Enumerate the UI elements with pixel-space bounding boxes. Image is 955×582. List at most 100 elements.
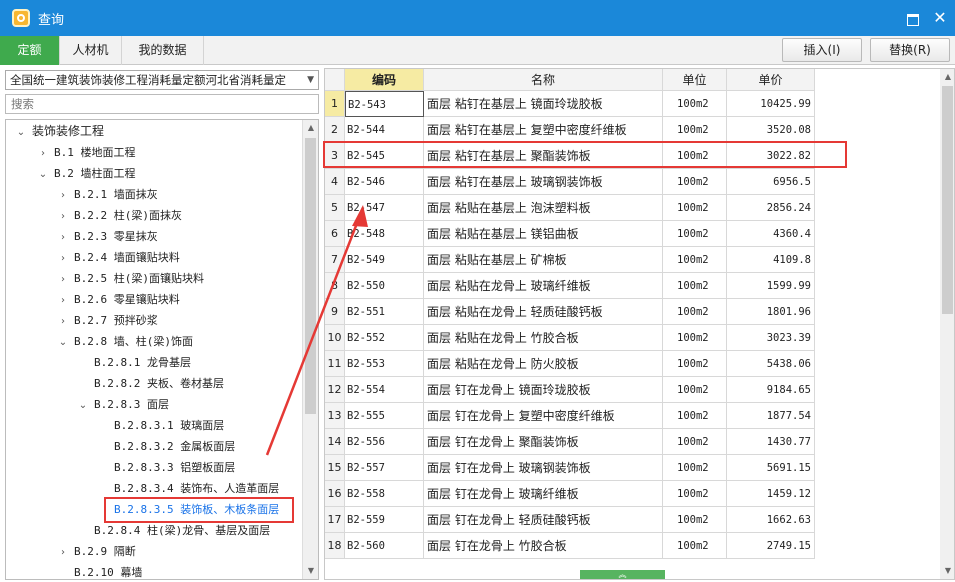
row-number[interactable]: 15 [325, 455, 345, 481]
row-number[interactable]: 14 [325, 429, 345, 455]
cell-price[interactable]: 5691.15 [727, 455, 815, 481]
cell-name[interactable]: 面层 粘贴在龙骨上 竹胶合板 [424, 325, 663, 351]
cell-unit[interactable]: 100m2 [663, 299, 727, 325]
chevron-down-icon[interactable]: ⌄ [76, 396, 90, 416]
column-header-name[interactable]: 名称 [424, 69, 663, 91]
cell-price[interactable]: 1877.54 [727, 403, 815, 429]
cell-unit[interactable]: 100m2 [663, 377, 727, 403]
cell-code[interactable]: B2-560 [345, 533, 424, 559]
table-row[interactable]: 4 B2-546 面层 粘钉在基层上 玻璃钢装饰板 100m2 6956.5 [325, 169, 815, 195]
column-header-price[interactable]: 单价 [727, 69, 815, 91]
cell-code[interactable]: B2-553 [345, 351, 424, 377]
cell-name[interactable]: 面层 粘钉在基层上 复塑中密度纤维板 [424, 117, 663, 143]
chevron-right-icon[interactable]: › [56, 207, 70, 227]
tree-node[interactable]: B.2.8.3.1 玻璃面层 [96, 415, 224, 435]
quota-library-select[interactable]: 全国统一建筑装饰装修工程消耗量定额河北省消耗量定 ▼ [5, 70, 319, 90]
chevron-right-icon[interactable]: › [56, 228, 70, 248]
chevron-right-icon[interactable]: › [36, 144, 50, 164]
tree-node[interactable]: ⌄ B.2.8.3 面层 [76, 394, 169, 414]
cell-price[interactable]: 4360.4 [727, 221, 815, 247]
table-scrollbar[interactable]: ▲ ▼ [940, 69, 954, 579]
cell-price[interactable]: 1662.63 [727, 507, 815, 533]
replace-button[interactable]: 替换(R) [870, 38, 950, 62]
cell-code[interactable]: B2-547 [345, 195, 424, 221]
row-number[interactable]: 2 [325, 117, 345, 143]
cell-unit[interactable]: 100m2 [663, 195, 727, 221]
cell-code[interactable]: B2-546 [345, 169, 424, 195]
tree-node[interactable]: B.2.8.1 龙骨基层 [76, 352, 191, 372]
cell-unit[interactable]: 100m2 [663, 221, 727, 247]
cell-price[interactable]: 9184.65 [727, 377, 815, 403]
table-row[interactable]: 10 B2-552 面层 粘贴在龙骨上 竹胶合板 100m2 3023.39 [325, 325, 815, 351]
table-row[interactable]: 16 B2-558 面层 钉在龙骨上 玻璃纤维板 100m2 1459.12 [325, 481, 815, 507]
cell-name[interactable]: 面层 钉在龙骨上 玻璃纤维板 [424, 481, 663, 507]
tree-node[interactable]: B.2.10 幕墙 [56, 562, 142, 579]
tree-node[interactable]: › B.2.2 柱(梁)面抹灰 [56, 205, 182, 225]
tree-node[interactable]: ⌄ B.2.8 墙、柱(梁)饰面 [56, 331, 193, 351]
cell-code[interactable]: B2-551 [345, 299, 424, 325]
cell-name[interactable]: 面层 粘贴在龙骨上 轻质硅酸钙板 [424, 299, 663, 325]
row-number[interactable]: 18 [325, 533, 345, 559]
tree-node[interactable]: B.2.8.4 柱(梁)龙骨、基层及面层 [76, 520, 270, 540]
cell-unit[interactable]: 100m2 [663, 117, 727, 143]
scrollbar-thumb[interactable] [942, 86, 953, 314]
tree-node[interactable]: B.2.8.3.2 金属板面层 [96, 436, 235, 456]
tree-node[interactable]: › B.1 楼地面工程 [36, 142, 136, 162]
table-row[interactable]: 7 B2-549 面层 粘贴在基层上 矿棉板 100m2 4109.8 [325, 247, 815, 273]
table-row[interactable]: 18 B2-560 面层 钉在龙骨上 竹胶合板 100m2 2749.15 [325, 533, 815, 559]
cell-code[interactable]: B2-556 [345, 429, 424, 455]
tab-labor-material-machine[interactable]: 人材机 [60, 36, 122, 65]
cell-name[interactable]: 面层 钉在龙骨上 聚酯装饰板 [424, 429, 663, 455]
row-number[interactable]: 17 [325, 507, 345, 533]
cell-unit[interactable]: 100m2 [663, 169, 727, 195]
chevron-down-icon[interactable]: ▼ [307, 71, 314, 89]
tab-quota[interactable]: 定额 [0, 36, 60, 65]
table-row[interactable]: 17 B2-559 面层 钉在龙骨上 轻质硅酸钙板 100m2 1662.63 [325, 507, 815, 533]
chevron-right-icon[interactable]: › [56, 543, 70, 563]
table-row[interactable]: 5 B2-547 面层 粘贴在基层上 泡沫塑料板 100m2 2856.24 [325, 195, 815, 221]
insert-button[interactable]: 插入(I) [782, 38, 862, 62]
row-number[interactable]: 8 [325, 273, 345, 299]
row-number[interactable]: 6 [325, 221, 345, 247]
cell-code[interactable]: B2-559 [345, 507, 424, 533]
chevron-down-icon[interactable]: ⌄ [14, 123, 28, 143]
cell-price[interactable]: 1801.96 [727, 299, 815, 325]
maximize-icon[interactable] [903, 9, 921, 27]
cell-unit[interactable]: 100m2 [663, 91, 727, 117]
cell-code[interactable]: B2-558 [345, 481, 424, 507]
row-number[interactable]: 4 [325, 169, 345, 195]
cell-price[interactable]: 1430.77 [727, 429, 815, 455]
cell-unit[interactable]: 100m2 [663, 351, 727, 377]
chevron-right-icon[interactable]: › [56, 312, 70, 332]
table-row[interactable]: 2 B2-544 面层 粘钉在基层上 复塑中密度纤维板 100m2 3520.08 [325, 117, 815, 143]
table-row[interactable]: 15 B2-557 面层 钉在龙骨上 玻璃钢装饰板 100m2 5691.15 [325, 455, 815, 481]
chevron-right-icon[interactable]: › [56, 186, 70, 206]
cell-code[interactable]: B2-557 [345, 455, 424, 481]
chevron-right-icon[interactable]: › [56, 270, 70, 290]
table-row[interactable]: 12 B2-554 面层 钉在龙骨上 镜面玲珑胶板 100m2 9184.65 [325, 377, 815, 403]
table-row[interactable]: 14 B2-556 面层 钉在龙骨上 聚酯装饰板 100m2 1430.77 [325, 429, 815, 455]
row-number[interactable]: 1 [325, 91, 345, 117]
cell-name[interactable]: 面层 粘钉在基层上 镜面玲珑胶板 [424, 91, 663, 117]
cell-price[interactable]: 4109.8 [727, 247, 815, 273]
row-number[interactable]: 9 [325, 299, 345, 325]
tree-node[interactable]: › B.2.3 零星抹灰 [56, 226, 158, 246]
table-row[interactable]: 8 B2-550 面层 粘贴在龙骨上 玻璃纤维板 100m2 1599.99 [325, 273, 815, 299]
tree-node[interactable]: B.2.8.3.4 装饰布、人造革面层 [96, 478, 279, 498]
chevron-right-icon[interactable]: › [56, 249, 70, 269]
chevron-down-icon[interactable]: ⌄ [56, 333, 70, 353]
cell-price[interactable]: 3520.08 [727, 117, 815, 143]
cell-code[interactable]: B2-554 [345, 377, 424, 403]
cell-code[interactable]: B2-552 [345, 325, 424, 351]
table-row[interactable]: 9 B2-551 面层 粘贴在龙骨上 轻质硅酸钙板 100m2 1801.96 [325, 299, 815, 325]
chevron-right-icon[interactable]: › [56, 291, 70, 311]
scroll-up-icon[interactable]: ▲ [940, 69, 954, 85]
cell-unit[interactable]: 100m2 [663, 403, 727, 429]
cell-name[interactable]: 面层 钉在龙骨上 玻璃钢装饰板 [424, 455, 663, 481]
row-number[interactable]: 5 [325, 195, 345, 221]
cell-name[interactable]: 面层 钉在龙骨上 镜面玲珑胶板 [424, 377, 663, 403]
cell-name[interactable]: 面层 钉在龙骨上 竹胶合板 [424, 533, 663, 559]
tree-scrollbar[interactable]: ▲ ▼ [302, 120, 318, 579]
cell-price[interactable]: 2749.15 [727, 533, 815, 559]
cell-unit[interactable]: 100m2 [663, 533, 727, 559]
